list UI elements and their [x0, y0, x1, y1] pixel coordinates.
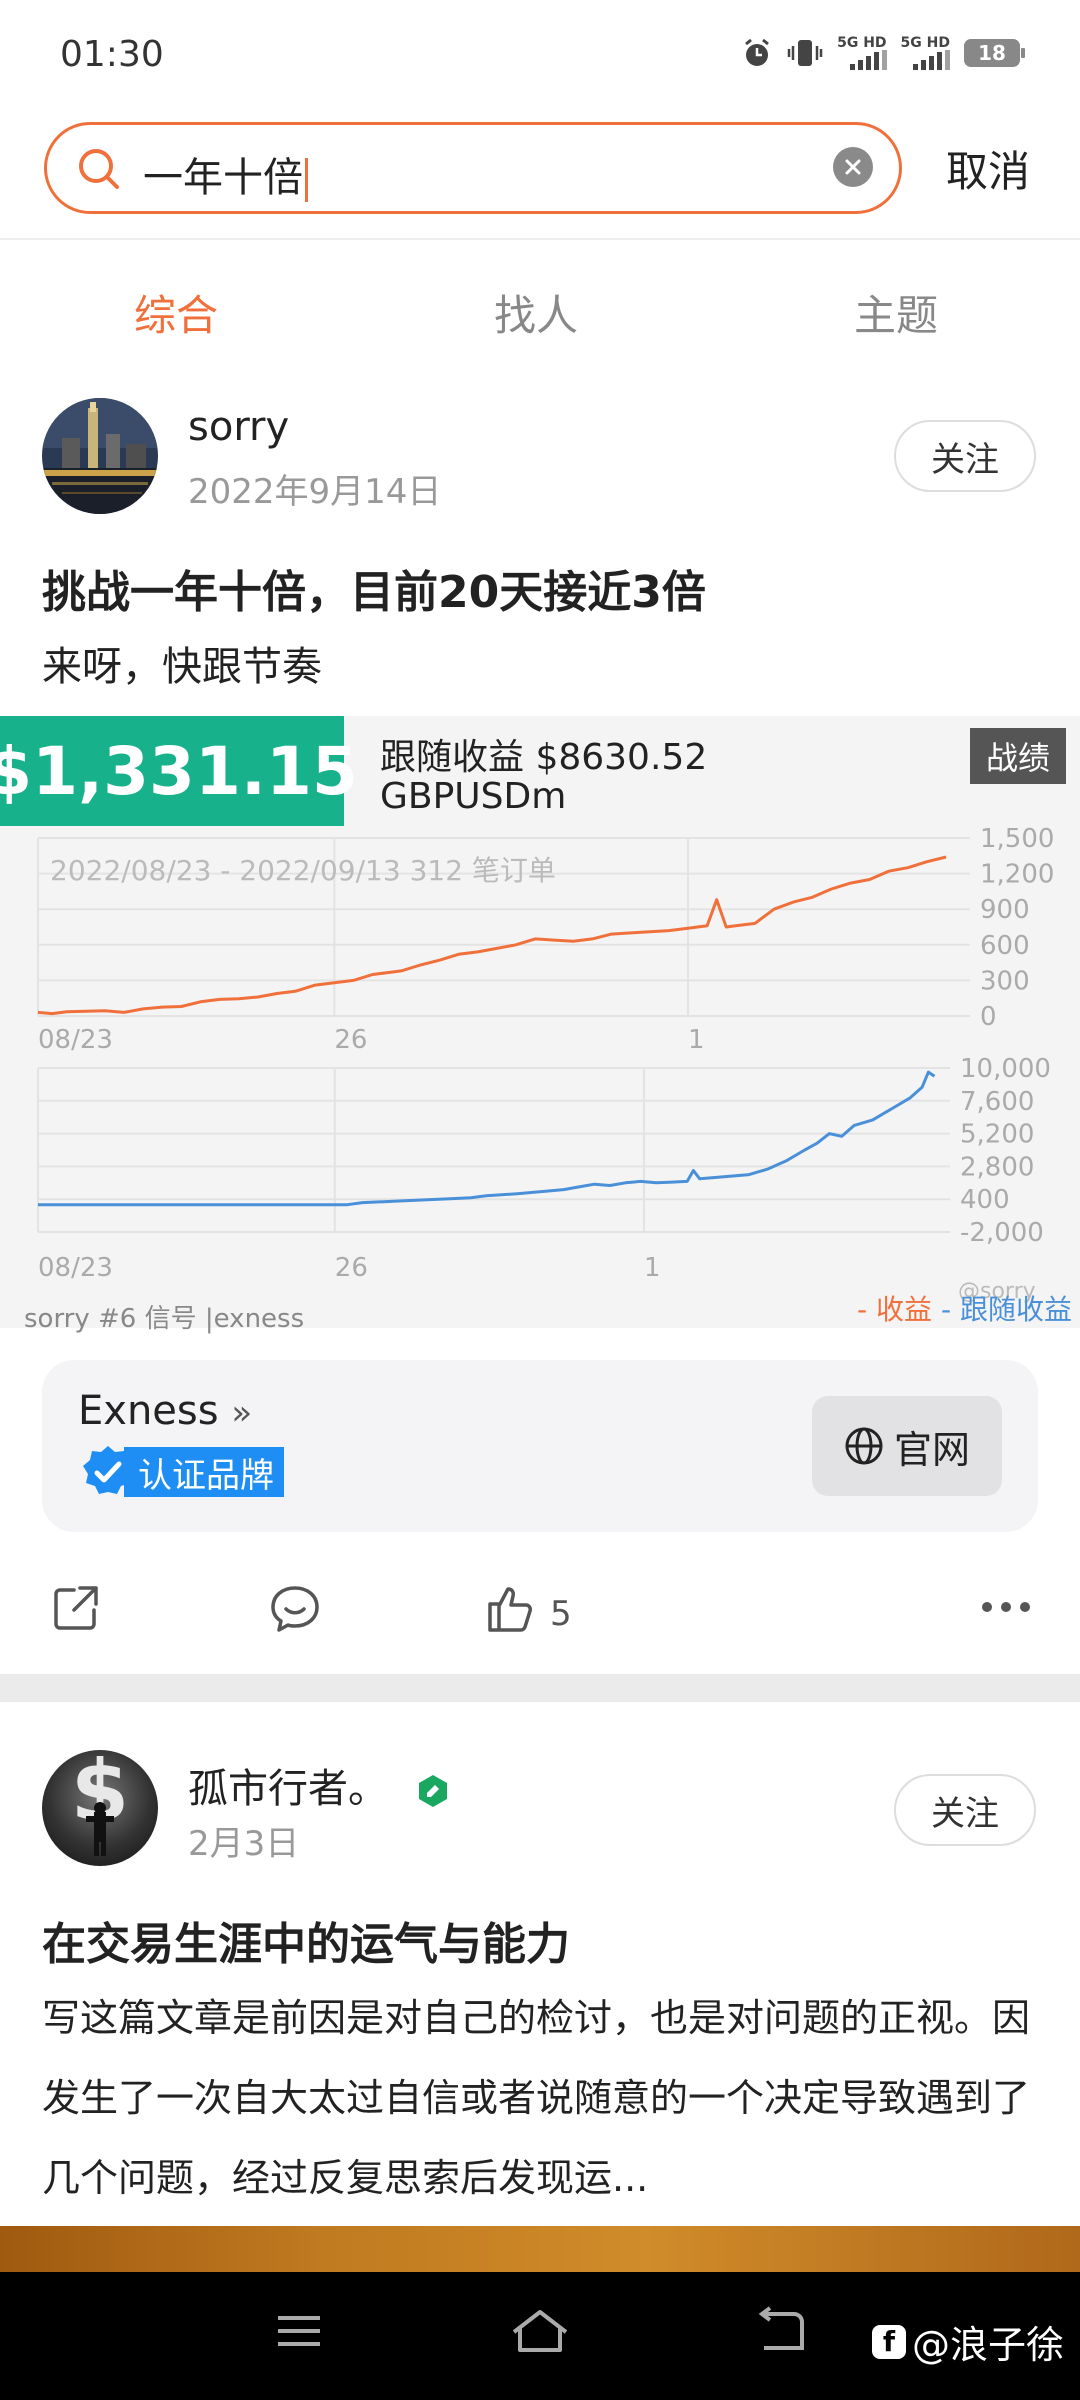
record-badge: 战绩: [970, 728, 1066, 784]
post-title[interactable]: 挑战一年十倍，目前20天接近3倍: [42, 556, 706, 620]
official-site-button[interactable]: 官网: [812, 1396, 1002, 1496]
signal-footer: sorry #6 信号 |exness: [24, 1304, 305, 1334]
y-tick-label: 300: [980, 966, 1030, 996]
creator-badge-icon: [418, 1775, 447, 1807]
divider: [0, 238, 1080, 240]
chart-title: 2022/08/23 - 2022/09/13 312 笔订单: [50, 854, 556, 887]
status-bar: 01:30 5G HD 5G HD 18: [0, 0, 1080, 110]
follow-button[interactable]: 关注: [894, 1774, 1036, 1846]
search-query[interactable]: 一年十倍: [143, 145, 308, 203]
section-separator: [0, 1674, 1080, 1702]
y-tick-label: 1,500: [980, 824, 1054, 854]
signal-icon: 5G HD: [837, 36, 887, 70]
y-tick-label: 1,200: [980, 860, 1054, 890]
post-actions: 5: [0, 1576, 1080, 1646]
balance-value: $1,331.15: [0, 716, 358, 826]
avatar[interactable]: $: [42, 1750, 158, 1866]
author-name[interactable]: 孤市行者。: [188, 1756, 451, 1814]
verified-icon: [83, 1446, 133, 1494]
y-tick-label: 900: [980, 895, 1030, 925]
post-date: 2022年9月14日: [188, 472, 442, 512]
y-tick-label: 0: [980, 1002, 997, 1032]
text-caret: [305, 158, 308, 202]
watermark: f @浪子徐: [871, 2314, 1064, 2369]
image-preview: [0, 2226, 1080, 2276]
x-tick-label: 1: [688, 1025, 705, 1055]
x-tick-label: 26: [335, 1253, 368, 1283]
cancel-button[interactable]: 取消: [946, 138, 1030, 199]
tab-comprehensive[interactable]: 综合: [134, 282, 218, 343]
brand-name[interactable]: Exness »: [78, 1388, 252, 1434]
back-icon[interactable]: [754, 2306, 808, 2356]
x-tick-label: 08/23: [38, 1025, 113, 1055]
y-tick-label: -2,000: [960, 1218, 1044, 1248]
follow-button[interactable]: 关注: [894, 420, 1036, 492]
x-tick-label: 1: [644, 1253, 661, 1283]
performance-card[interactable]: 1,500 1,200 900 600 300 0 08/23 26 1 2022/08/23 -…: [0, 716, 1080, 1334]
tab-bar: 综合 找人 主题: [0, 270, 1080, 350]
post-date: 2月3日: [188, 1824, 300, 1864]
brand-card[interactable]: Exness » 认证品牌 官网: [42, 1360, 1038, 1532]
status-time: 01:30: [60, 34, 164, 75]
author-name[interactable]: sorry: [188, 404, 289, 450]
like-count: 5: [550, 1594, 572, 1634]
y-tick-label: 400: [960, 1185, 1010, 1215]
share-icon[interactable]: [50, 1582, 102, 1634]
tab-topics[interactable]: 主题: [854, 282, 938, 343]
system-nav-bar: f @浪子徐: [0, 2272, 1080, 2400]
vibrate-icon: [787, 40, 823, 66]
home-icon[interactable]: [510, 2306, 570, 2356]
alarm-icon: [745, 38, 770, 66]
double-chevron-icon: »: [231, 1393, 253, 1433]
signal-icon: 5G HD: [901, 36, 950, 70]
globe-icon: [845, 1427, 883, 1465]
like-icon[interactable]: [484, 1582, 538, 1636]
y-tick-label: 600: [980, 931, 1030, 961]
tab-people[interactable]: 找人: [494, 282, 578, 343]
chart-legend: - 收益 - 跟随收益: [857, 1288, 1072, 1328]
battery-icon: 18: [964, 39, 1025, 67]
y-tick-label: 7,600: [960, 1087, 1034, 1117]
verified-brand-badge: 认证品牌: [80, 1446, 284, 1498]
legend-profit: - 收益: [857, 1293, 933, 1326]
post-body[interactable]: 写这篇文章是前因是对自己的检讨，也是对问题的正视。因发生了一次自大太过自信或者说…: [42, 1978, 1052, 2218]
legend-follow: - 跟随收益: [940, 1293, 1072, 1326]
search-row: 一年十倍 取消: [0, 118, 1080, 218]
avatar[interactable]: [42, 398, 158, 514]
trading-symbol: GBPUSDm: [380, 776, 567, 817]
status-icons: 5G HD 5G HD 18: [741, 36, 1025, 70]
clear-icon[interactable]: [833, 147, 873, 187]
search-input[interactable]: 一年十倍: [44, 122, 902, 214]
weibo-logo-icon: f: [871, 2324, 906, 2359]
y-tick-label: 10,000: [960, 1054, 1051, 1084]
x-tick-label: 08/23: [38, 1253, 113, 1283]
search-icon: [79, 149, 119, 189]
post-body[interactable]: 来呀，快跟节奏: [42, 634, 322, 692]
y-tick-label: 5,200: [960, 1120, 1034, 1150]
series-line: [38, 1070, 936, 1207]
x-tick-label: 26: [334, 1025, 367, 1055]
follow-profit: 跟随收益 $8630.52: [380, 737, 708, 778]
comment-icon[interactable]: [268, 1582, 322, 1636]
more-icon[interactable]: [980, 1600, 1032, 1614]
menu-icon[interactable]: [274, 2306, 324, 2356]
post-title[interactable]: 在交易生涯中的运气与能力: [42, 1908, 570, 1972]
y-tick-label: 2,800: [960, 1152, 1034, 1182]
